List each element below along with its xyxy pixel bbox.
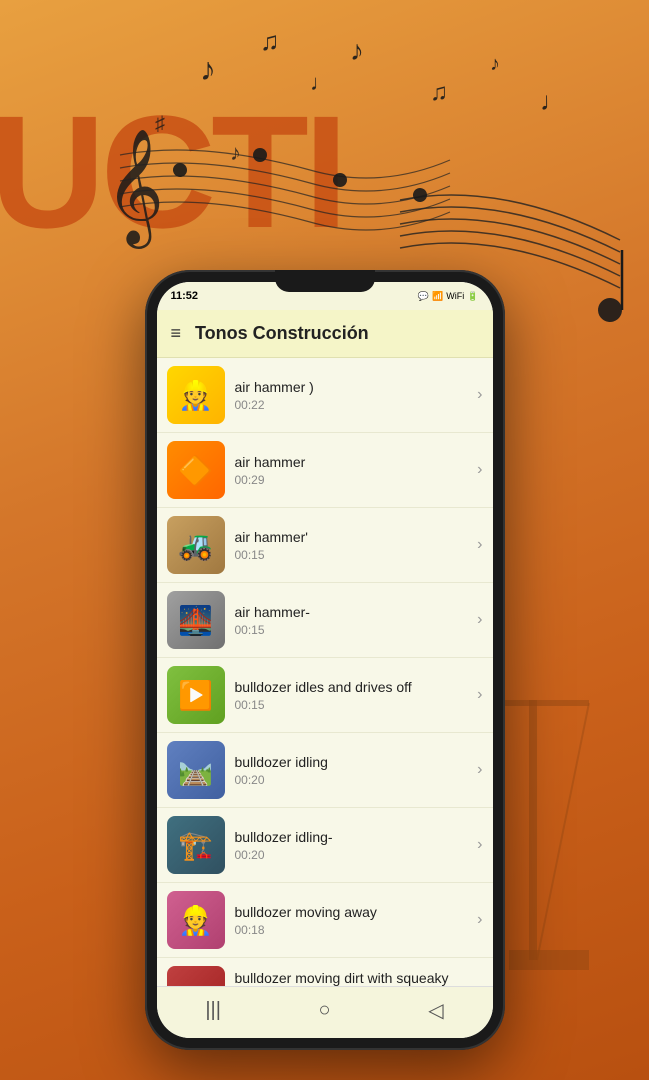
item-thumbnail: ▶️ xyxy=(167,666,225,724)
item-info: bulldozer moving away 00:18 xyxy=(235,903,472,937)
status-icons: 💬 📶 WiFi 🔋 xyxy=(418,291,479,302)
item-emoji: 👷 xyxy=(178,379,213,412)
item-emoji: ▶️ xyxy=(178,679,213,712)
list-item[interactable]: 🛤️ bulldozer idling 00:20 › xyxy=(157,733,493,808)
item-title: air hammer- xyxy=(235,603,472,621)
list-item[interactable]: 🌉 air hammer- 00:15 › xyxy=(157,583,493,658)
item-duration: 00:22 xyxy=(235,398,472,412)
phone-screen: 11:52 💬 📶 WiFi 🔋 ≡ Tonos Construcción xyxy=(157,282,493,1038)
item-title: air hammer ) xyxy=(235,378,472,396)
item-duration: 00:15 xyxy=(235,548,472,562)
wifi-icon: WiFi xyxy=(446,291,464,301)
item-duration: 00:20 xyxy=(235,773,472,787)
list-item[interactable]: 🚜 air hammer' 00:15 › xyxy=(157,508,493,583)
chevron-icon: › xyxy=(477,611,482,629)
battery-icon: 🔋 xyxy=(467,291,478,302)
item-info: bulldozer idles and drives off 00:15 xyxy=(235,678,472,712)
item-thumbnail: 🔶 xyxy=(167,441,225,499)
item-thumbnail: 👷 xyxy=(167,366,225,424)
item-thumbnail: 🛤️ xyxy=(167,741,225,799)
nav-recents-button[interactable]: ||| xyxy=(205,999,221,1022)
nav-back-button[interactable]: ◁ xyxy=(428,998,443,1023)
item-info: air hammer ) 00:22 xyxy=(235,378,472,412)
item-info: bulldozer idling 00:20 xyxy=(235,753,472,787)
item-title: air hammer' xyxy=(235,528,472,546)
status-time: 11:52 xyxy=(171,290,199,302)
item-emoji: 🌉 xyxy=(178,604,213,637)
bg-text-left: UCTI xyxy=(0,80,343,264)
bottom-nav: ||| ○ ◁ xyxy=(157,986,493,1038)
item-info: bulldozer idling- 00:20 xyxy=(235,828,472,862)
phone-device: 11:52 💬 📶 WiFi 🔋 ≡ Tonos Construcción xyxy=(145,270,505,1050)
item-emoji: 🚜 xyxy=(178,529,213,562)
item-duration: 00:15 xyxy=(235,698,472,712)
item-thumbnail: 🚒 xyxy=(167,966,225,986)
chevron-icon: › xyxy=(477,536,482,554)
whatsapp-icon: 💬 xyxy=(418,291,429,302)
list-item[interactable]: ▶️ bulldozer idles and drives off 00:15 … xyxy=(157,658,493,733)
item-duration: 00:29 xyxy=(235,473,472,487)
item-title: bulldozer moving dirt with squeaky track… xyxy=(235,969,472,986)
item-title: bulldozer idling xyxy=(235,753,472,771)
content-list[interactable]: 👷 air hammer ) 00:22 › 🔶 air hammer xyxy=(157,358,493,986)
item-title: bulldozer idles and drives off xyxy=(235,678,472,696)
item-info: air hammer 00:29 xyxy=(235,453,472,487)
item-info: air hammer' 00:15 xyxy=(235,528,472,562)
item-duration: 00:15 xyxy=(235,623,472,637)
chevron-icon: › xyxy=(477,761,482,779)
item-thumbnail: 🏗️ xyxy=(167,816,225,874)
item-emoji: 🏗️ xyxy=(178,829,213,862)
item-title: air hammer xyxy=(235,453,472,471)
chevron-icon: › xyxy=(477,386,482,404)
item-thumbnail: 🌉 xyxy=(167,591,225,649)
signal-icon: 📶 xyxy=(432,291,443,302)
list-item[interactable]: 🚒 bulldozer moving dirt with squeaky tra… xyxy=(157,958,493,986)
item-thumbnail: 🚜 xyxy=(167,516,225,574)
list-item[interactable]: 👷 air hammer ) 00:22 › xyxy=(157,358,493,433)
item-duration: 00:20 xyxy=(235,848,472,862)
item-info: bulldozer moving dirt with squeaky track… xyxy=(235,969,472,986)
item-info: air hammer- 00:15 xyxy=(235,603,472,637)
item-emoji: 🚒 xyxy=(178,979,213,987)
chevron-icon: › xyxy=(477,836,482,854)
chevron-icon: › xyxy=(477,911,482,929)
list-item[interactable]: 👷 bulldozer moving away 00:18 › xyxy=(157,883,493,958)
list-item[interactable]: 🏗️ bulldozer idling- 00:20 › xyxy=(157,808,493,883)
app-header: ≡ Tonos Construcción xyxy=(157,310,493,358)
app-title: Tonos Construcción xyxy=(195,323,478,344)
phone-notch xyxy=(275,270,375,292)
phone-outer: 11:52 💬 📶 WiFi 🔋 ≡ Tonos Construcción xyxy=(145,270,505,1050)
item-thumbnail: 👷 xyxy=(167,891,225,949)
item-title: bulldozer moving away xyxy=(235,903,472,921)
chevron-icon: › xyxy=(477,461,482,479)
item-emoji: 🔶 xyxy=(178,454,213,487)
list-item[interactable]: 🔶 air hammer 00:29 › xyxy=(157,433,493,508)
item-duration: 00:18 xyxy=(235,923,472,937)
chevron-icon: › xyxy=(477,686,482,704)
nav-home-button[interactable]: ○ xyxy=(319,999,331,1022)
item-emoji: 👷 xyxy=(178,904,213,937)
menu-icon[interactable]: ≡ xyxy=(171,323,182,344)
item-title: bulldozer idling- xyxy=(235,828,472,846)
item-emoji: 🛤️ xyxy=(178,754,213,787)
